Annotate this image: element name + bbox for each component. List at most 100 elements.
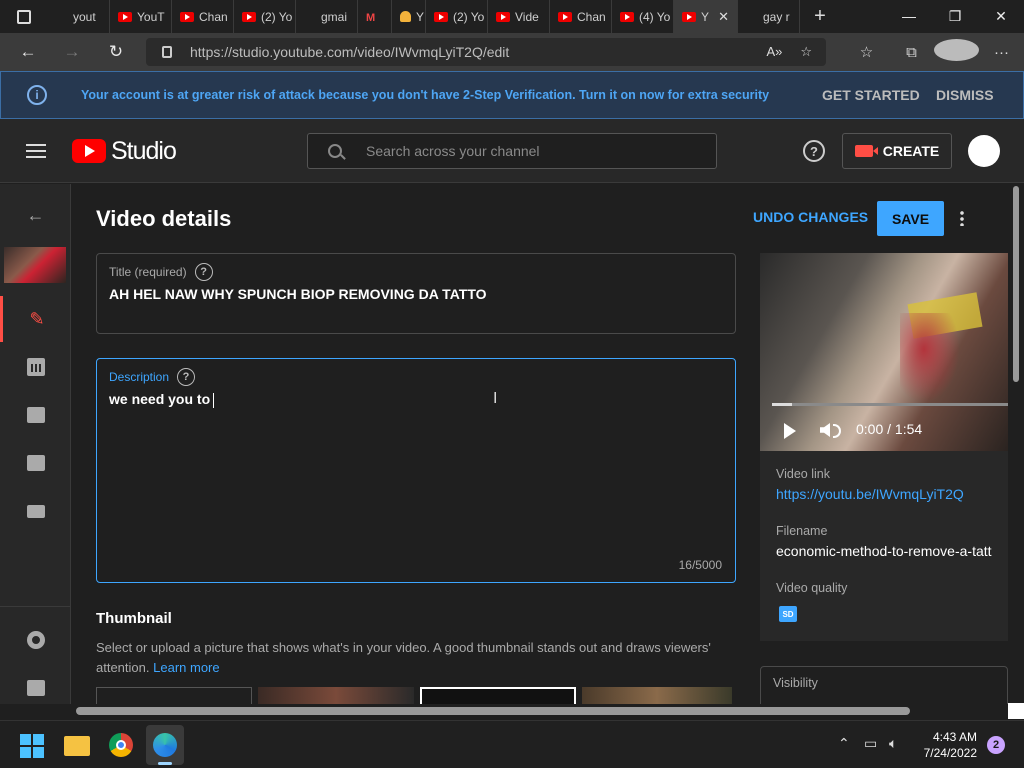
browser-tab[interactable]: yout <box>48 0 110 33</box>
description-field[interactable]: Description? we need you to 16/5000 <box>96 358 736 583</box>
back-arrow-icon[interactable]: ← <box>0 192 71 238</box>
youtube-icon <box>118 11 132 22</box>
character-counter: 16/5000 <box>678 558 722 572</box>
vertical-scrollbar[interactable] <box>1013 186 1019 382</box>
browser-tab[interactable]: Y <box>392 0 426 33</box>
auto-thumbnail-option[interactable] <box>258 687 414 704</box>
reload-icon[interactable]: ↻ <box>94 42 138 62</box>
main-content: Video details UNDO CHANGES SAVE Title (r… <box>72 184 1008 704</box>
search-placeholder: Search across your channel <box>366 143 540 159</box>
notification-badge[interactable]: 2 <box>987 736 1005 754</box>
save-button[interactable]: SAVE <box>877 201 944 236</box>
favorites-icon[interactable]: ☆ <box>844 43 889 61</box>
close-window-icon[interactable]: ✕ <box>978 8 1024 25</box>
create-button[interactable]: CREATE <box>842 133 952 169</box>
back-icon[interactable]: ← <box>6 42 50 62</box>
browser-tab[interactable]: M <box>358 0 392 33</box>
network-icon[interactable]: ▭ <box>864 735 877 752</box>
browser-tab[interactable]: gmai <box>296 0 358 33</box>
collections-icon[interactable]: ⧉ <box>889 44 934 61</box>
video-progress-bar[interactable] <box>772 403 1008 406</box>
restore-icon[interactable]: ❐ <box>932 8 978 25</box>
video-thumbnail[interactable] <box>4 247 66 283</box>
studio-brand[interactable]: Studio <box>111 137 177 166</box>
help-icon[interactable]: ? <box>803 140 825 162</box>
browser-tab[interactable]: (2) Yo <box>234 0 296 33</box>
add-favorite-icon[interactable]: ☆ <box>800 44 812 60</box>
title-field[interactable]: Title (required)? AH HEL NAW WHY SPUNCH … <box>96 253 736 334</box>
video-time: 0:00 / 1:54 <box>856 421 923 437</box>
title-input[interactable]: AH HEL NAW WHY SPUNCH BIOP REMOVING DA T… <box>109 286 487 302</box>
youtube-icon <box>496 11 510 22</box>
system-clock[interactable]: 4:43 AM 7/24/2022 <box>915 729 977 761</box>
chrome-icon[interactable] <box>109 733 133 757</box>
gmail-icon: M <box>366 11 376 24</box>
volume-icon[interactable] <box>820 423 830 437</box>
close-tab-icon[interactable]: ✕ <box>718 9 729 25</box>
minimize-icon[interactable]: — <box>886 8 932 25</box>
browser-tab-active[interactable]: Y ✕ <box>674 0 738 33</box>
page-title: Video details <box>96 206 232 231</box>
filename-value: economic-method-to-remove-a-tatt <box>776 543 992 559</box>
youtube-icon <box>180 11 194 22</box>
avatar[interactable] <box>968 135 1000 167</box>
browser-tab-strip: yout YouT Chan (2) Yo gmai M Y (2) Yo Vi… <box>0 0 1024 33</box>
file-explorer-icon[interactable] <box>64 736 90 756</box>
youtube-icon <box>434 11 448 22</box>
ibeam-cursor-icon: I <box>493 390 498 407</box>
browser-tab[interactable]: Vide <box>488 0 550 33</box>
help-icon[interactable]: ? <box>177 368 196 386</box>
feedback-icon[interactable] <box>0 665 71 711</box>
browser-tab[interactable]: YouT <box>110 0 172 33</box>
browser-tab[interactable]: (2) Yo <box>426 0 488 33</box>
undo-changes-button[interactable]: UNDO CHANGES <box>753 209 868 225</box>
visibility-field[interactable]: Visibility <box>760 666 1008 704</box>
show-hidden-icons-icon[interactable]: ⌃ <box>838 735 850 752</box>
upload-thumbnail-button[interactable] <box>96 687 252 704</box>
browser-tab[interactable]: gay r <box>738 0 800 33</box>
bell-icon <box>400 11 411 22</box>
text-caret <box>213 392 215 408</box>
comments-icon[interactable] <box>0 440 71 486</box>
edge-icon[interactable] <box>153 733 177 757</box>
read-aloud-icon[interactable]: A» <box>766 44 782 60</box>
search-icon <box>328 144 342 158</box>
title-label: Title (required) <box>109 265 187 279</box>
play-icon[interactable] <box>784 423 796 439</box>
auto-thumbnail-option-selected[interactable] <box>420 687 576 704</box>
editor-clapper-icon[interactable] <box>0 392 71 438</box>
horizontal-scrollbar[interactable] <box>76 707 910 715</box>
get-started-button[interactable]: GET STARTED <box>822 87 920 103</box>
video-link[interactable]: https://youtu.be/IWvmqLyiT2Q <box>776 486 964 502</box>
settings-gear-icon[interactable] <box>0 617 71 663</box>
help-icon[interactable]: ? <box>194 263 213 281</box>
dismiss-button[interactable]: DISMISS <box>936 87 994 103</box>
browser-tab[interactable]: Chan <box>172 0 234 33</box>
left-rail: ← ✎ <box>0 184 71 704</box>
address-bar[interactable]: https://studio.youtube.com/video/IWvmqLy… <box>146 38 826 66</box>
forward-icon[interactable]: → <box>50 42 94 62</box>
youtube-icon <box>242 11 256 22</box>
security-banner: i Your account is at greater risk of att… <box>0 71 1024 119</box>
youtube-logo-icon[interactable] <box>72 139 106 163</box>
profile-icon[interactable] <box>934 39 979 65</box>
video-player[interactable]: 0:00 / 1:54 <box>760 253 1008 451</box>
taskbar: ⌃ ▭ 🔈︎ 4:43 AM 7/24/2022 2 <box>0 720 1024 768</box>
subtitles-icon[interactable] <box>0 488 71 534</box>
more-options-icon[interactable] <box>960 210 964 226</box>
analytics-icon[interactable] <box>0 344 71 390</box>
menu-icon[interactable] <box>26 144 46 158</box>
description-input[interactable]: we need you to <box>109 391 215 408</box>
filename-label: Filename <box>776 524 828 538</box>
browser-tab[interactable]: (4) Yo <box>612 0 674 33</box>
volume-icon[interactable]: 🔈︎ <box>889 735 897 752</box>
more-icon[interactable]: ··· <box>979 44 1024 61</box>
details-pencil-icon[interactable]: ✎ <box>0 296 71 342</box>
auto-thumbnail-option[interactable] <box>582 687 732 704</box>
windows-start-icon[interactable] <box>20 734 44 758</box>
new-tab-icon[interactable]: + <box>800 5 840 28</box>
browser-tab[interactable]: Chan <box>550 0 612 33</box>
learn-more-link[interactable]: Learn more <box>153 660 219 675</box>
tab-actions-icon[interactable] <box>0 0 48 33</box>
search-input[interactable]: Search across your channel <box>307 133 717 169</box>
